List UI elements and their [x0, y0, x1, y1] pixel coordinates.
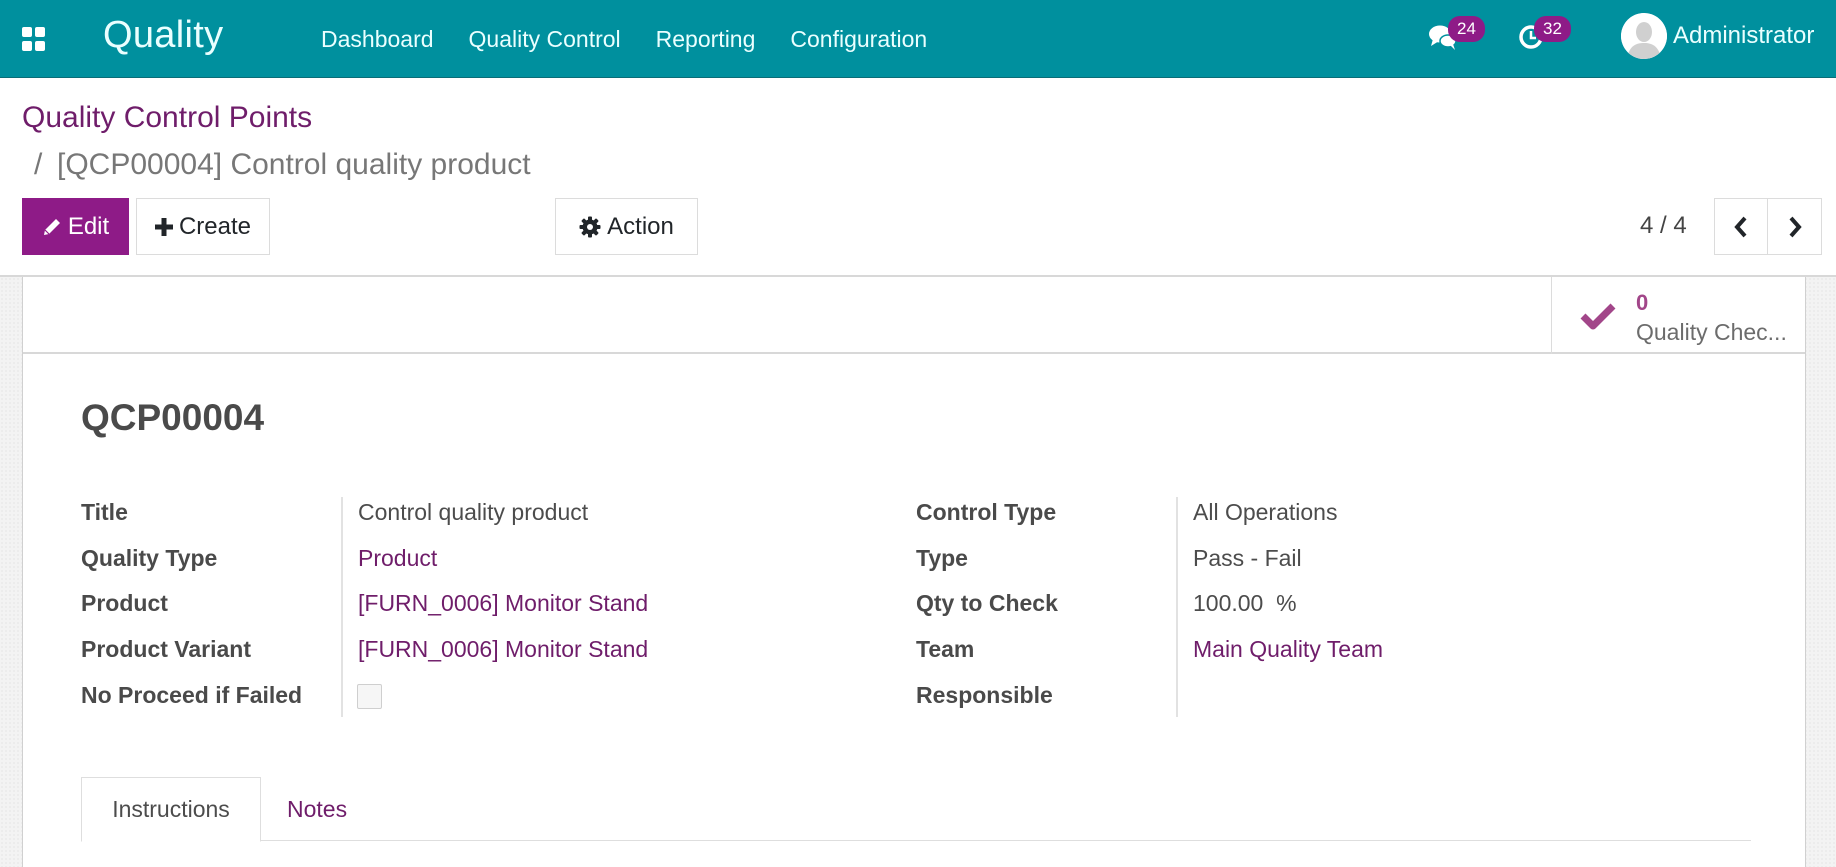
- field-label-responsible: Responsible: [916, 682, 1053, 708]
- pager-value[interactable]: 4 / 4: [1640, 212, 1687, 240]
- pager-previous-button[interactable]: [1714, 198, 1768, 255]
- smart-button-box: 0 Quality Chec...: [23, 277, 1805, 354]
- plus-icon: [154, 217, 173, 236]
- top-navbar: Quality Dashboard Quality Control Report…: [0, 0, 1836, 78]
- field-value-product-variant[interactable]: [FURN_0006] Monitor Stand: [358, 636, 648, 663]
- edit-button-label: Edit: [67, 212, 110, 240]
- action-button-label: Action: [607, 212, 674, 240]
- field-value-qty-to-check: 100.00 %: [1193, 590, 1297, 616]
- right-group-divider: [1176, 497, 1178, 717]
- activities-menu[interactable]: 32: [1515, 0, 1585, 78]
- user-avatar-icon: [1621, 13, 1667, 59]
- field-label-quality-type: Quality Type: [81, 545, 218, 571]
- field-value-type: Pass - Fail: [1193, 545, 1302, 571]
- field-label-title: Title: [81, 499, 128, 525]
- field-label-type: Type: [916, 545, 968, 571]
- messages-menu[interactable]: 24: [1425, 0, 1495, 78]
- messages-count-badge: 24: [1448, 16, 1485, 42]
- chevron-right-icon: [1789, 216, 1802, 237]
- field-label-product: Product: [81, 590, 168, 616]
- quality-checks-label: Quality Chec...: [1636, 319, 1787, 345]
- create-button[interactable]: Create: [136, 198, 270, 255]
- gear-icon: [579, 216, 601, 237]
- chevron-left-icon: [1734, 216, 1747, 237]
- edit-button[interactable]: Edit: [22, 198, 129, 255]
- quality-checks-stat-button[interactable]: 0 Quality Chec...: [1551, 277, 1805, 354]
- breadcrumb-current: [QCP00004] Control quality product: [57, 148, 531, 181]
- breadcrumb-parent-link[interactable]: Quality Control Points: [22, 101, 312, 135]
- field-label-team: Team: [916, 636, 975, 662]
- notebook-tabs: Instructions Notes: [81, 777, 1751, 842]
- menu-item-reporting[interactable]: Reporting: [656, 26, 756, 53]
- create-button-label: Create: [178, 212, 252, 240]
- field-value-quality-type[interactable]: Product: [358, 545, 437, 572]
- breadcrumb-separator: /: [34, 148, 43, 181]
- field-value-team[interactable]: Main Quality Team: [1193, 636, 1383, 663]
- tab-instructions[interactable]: Instructions: [81, 777, 261, 842]
- field-label-no-proceed-if-failed: No Proceed if Failed: [81, 682, 303, 708]
- menu-item-dashboard[interactable]: Dashboard: [321, 26, 434, 53]
- field-label-product-variant: Product Variant: [81, 636, 251, 662]
- record-reference: QCP00004: [81, 397, 265, 438]
- activities-count-badge: 32: [1534, 16, 1571, 42]
- main-menu: Dashboard Quality Control Reporting Conf…: [321, 0, 962, 78]
- field-label-qty-to-check: Qty to Check: [916, 590, 1058, 616]
- tab-notes[interactable]: Notes: [287, 777, 347, 841]
- field-value-control-type: All Operations: [1193, 499, 1338, 525]
- action-button[interactable]: Action: [555, 198, 698, 255]
- quality-checks-count: 0: [1636, 290, 1649, 315]
- pager-next-button[interactable]: [1768, 198, 1822, 255]
- apps-grid-icon[interactable]: [22, 27, 46, 51]
- menu-item-configuration[interactable]: Configuration: [790, 26, 927, 53]
- field-label-control-type: Control Type: [916, 499, 1057, 525]
- left-group-divider: [341, 497, 343, 717]
- check-icon: [1580, 303, 1616, 330]
- user-name: Administrator: [1673, 22, 1815, 49]
- form-sheet: 0 Quality Chec... QCP00004 Title Control…: [22, 277, 1806, 867]
- app-title[interactable]: Quality: [103, 14, 223, 57]
- field-value-product[interactable]: [FURN_0006] Monitor Stand: [358, 590, 648, 617]
- field-value-title: Control quality product: [358, 499, 589, 525]
- pencil-icon: [43, 218, 60, 235]
- menu-item-quality-control[interactable]: Quality Control: [469, 26, 621, 53]
- no-proceed-if-failed-checkbox[interactable]: [357, 684, 382, 709]
